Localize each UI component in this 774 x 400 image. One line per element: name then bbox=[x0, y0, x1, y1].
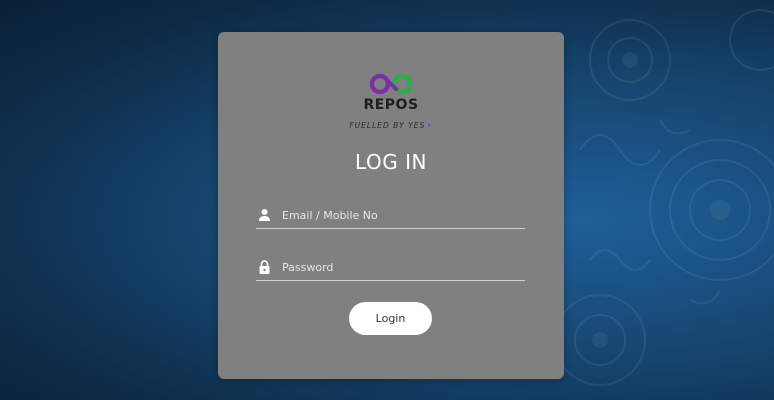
login-title: LOG IN bbox=[355, 150, 427, 174]
user-icon bbox=[259, 209, 270, 221]
brand-tagline-text: FUELLED BY YES bbox=[349, 121, 426, 130]
password-input[interactable] bbox=[282, 258, 522, 276]
double-chevron-icon: ›› bbox=[427, 120, 433, 131]
email-input[interactable] bbox=[282, 206, 522, 224]
login-card: REPOS FUELLED BY YES ›› LOG IN Login bbox=[218, 32, 564, 379]
infinity-logo-icon bbox=[369, 73, 413, 95]
login-button[interactable]: Login bbox=[349, 302, 432, 335]
lock-icon bbox=[259, 260, 270, 274]
brand-tagline: FUELLED BY YES ›› bbox=[349, 120, 433, 131]
password-field[interactable] bbox=[256, 256, 525, 281]
email-field[interactable] bbox=[256, 204, 525, 229]
brand-name: REPOS bbox=[363, 97, 419, 113]
brand-logo: REPOS FUELLED BY YES ›› bbox=[218, 72, 564, 132]
